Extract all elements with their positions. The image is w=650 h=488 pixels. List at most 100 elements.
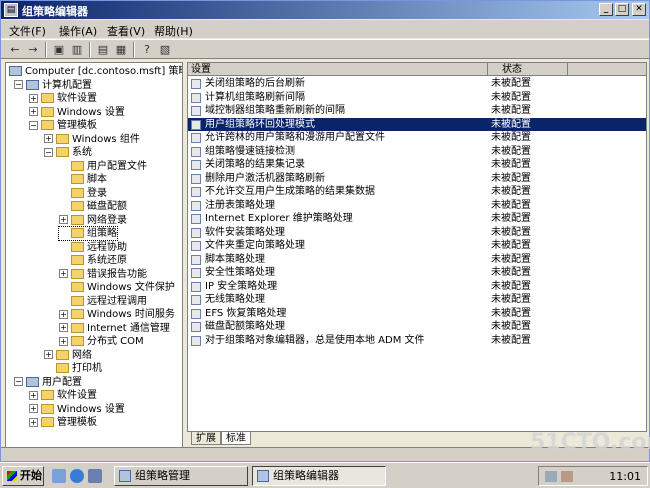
list-item[interactable]: Internet Explorer 维护策略处理 未被配置 [188, 212, 646, 226]
tree-node[interactable]: 远程协助 [59, 241, 127, 254]
tree-node[interactable]: + Windows 组件 [44, 133, 140, 146]
tree-node-label: 组策略 [87, 228, 117, 239]
tree-node[interactable]: + 网络登录 [59, 214, 127, 227]
tree-node[interactable]: 登录 [59, 187, 107, 200]
collapse-icon[interactable]: − [14, 80, 23, 89]
tree-node[interactable]: 用户配置文件 [59, 160, 147, 173]
expand-icon[interactable]: + [44, 134, 53, 143]
forward-arrow-icon[interactable]: → [25, 42, 41, 57]
expand-icon[interactable]: + [29, 390, 38, 400]
list-item[interactable]: 软件安装策略处理 未被配置 [188, 226, 646, 240]
tree-node[interactable]: − 系统 [44, 146, 92, 159]
tree-node[interactable]: + Windows 设置 [29, 106, 125, 119]
expand-icon[interactable]: + [59, 215, 68, 224]
tree-node[interactable]: + Windows 设置 [29, 403, 125, 416]
menu-help[interactable]: 帮助(H) [154, 23, 193, 39]
title-bar[interactable]: ▤ 组策略编辑器 _ □ ✕ [1, 1, 649, 19]
tree-node[interactable]: 远程过程调用 [59, 295, 147, 308]
task-group-policy-management[interactable]: 组策略管理 [114, 466, 248, 486]
tree-node[interactable]: 系统还原 [59, 254, 127, 267]
network-icon[interactable] [545, 471, 557, 482]
back-arrow-icon[interactable]: ← [7, 42, 23, 57]
expand-icon[interactable]: + [29, 93, 38, 103]
expand-icon[interactable]: + [29, 107, 38, 116]
tree-node-label: 用户配置文件 [87, 160, 147, 172]
list-item[interactable]: 磁盘配额策略处理 未被配置 [188, 320, 646, 334]
menu-view[interactable]: 查看(V) [107, 23, 145, 39]
tree-node[interactable]: + 软件设置 [29, 389, 97, 402]
tray-app-icon[interactable] [561, 471, 573, 482]
list-item[interactable]: 组策略慢速链接检测 未被配置 [188, 145, 646, 159]
tree-node[interactable]: − 管理模板 [29, 119, 97, 132]
list-item[interactable]: 域控制器组策略重新刷新的间隔 未被配置 [188, 104, 646, 118]
tree-node[interactable]: + 网络 [44, 349, 92, 362]
settings-list[interactable]: 设置 状态 关闭组策略的后台刷新 未被配置 计算机组策略刷新间隔 未被配置 域控制器组策… [187, 62, 647, 432]
show-hide-tree-icon[interactable]: ▥ [69, 42, 85, 57]
tree-node[interactable]: + 软件设置 [29, 92, 97, 105]
extended-view-icon[interactable]: ▧ [157, 42, 173, 57]
column-header-setting[interactable]: 设置 [188, 63, 488, 76]
properties-icon[interactable]: ▤ [95, 42, 111, 57]
tree-node[interactable]: − 用户配置 [14, 376, 82, 389]
expand-icon[interactable]: + [59, 336, 68, 346]
expand-icon[interactable]: + [59, 323, 68, 332]
tree-node[interactable]: + 错误报告功能 [59, 268, 147, 281]
tree-root[interactable]: Computer [dc.contoso.msft] 策略 [9, 65, 182, 78]
tree-node[interactable]: + 管理模板 [29, 416, 97, 429]
list-item[interactable]: 安全性策略处理 未被配置 [188, 266, 646, 280]
tree-node[interactable]: − 计算机配置 [14, 79, 92, 92]
expand-icon[interactable]: + [29, 404, 38, 413]
clock[interactable]: 11:01 [609, 470, 641, 483]
show-desktop-icon[interactable] [52, 469, 66, 483]
list-item[interactable]: 计算机组策略刷新间隔 未被配置 [188, 91, 646, 105]
gpedit-app-icon: ▤ [4, 3, 18, 17]
collapse-icon[interactable]: − [14, 377, 23, 386]
setting-name: 域控制器组策略重新刷新的间隔 [205, 105, 345, 116]
list-item[interactable]: 无线策略处理 未被配置 [188, 293, 646, 307]
list-item[interactable]: 注册表策略处理 未被配置 [188, 199, 646, 213]
policy-tree[interactable]: Computer [dc.contoso.msft] 策略 − 计算机配置 + 软件设… [5, 62, 183, 458]
tree-node[interactable]: 磁盘配额 [59, 200, 127, 213]
close-button[interactable]: ✕ [632, 3, 646, 16]
tree-node-label: 软件设置 [57, 93, 97, 104]
tree-node[interactable]: 脚本 [59, 173, 107, 186]
setting-name: IP 安全策略处理 [205, 280, 278, 292]
help-icon[interactable]: ? [139, 42, 155, 57]
list-item[interactable]: 文件夹重定向策略处理 未被配置 [188, 239, 646, 253]
list-item[interactable]: EFS 恢复策略处理 未被配置 [188, 307, 646, 321]
tree-node[interactable]: + 分布式 COM [59, 335, 144, 348]
minimize-button[interactable]: _ [599, 3, 613, 16]
list-item[interactable]: 删除用户激活机器策略刷新 未被配置 [188, 172, 646, 186]
list-item[interactable]: 允许跨林的用户策略和漫游用户配置文件 未被配置 [188, 131, 646, 145]
tree-node[interactable]: 组策略 [58, 226, 118, 241]
list-item[interactable]: 关闭策略的结果集记录 未被配置 [188, 158, 646, 172]
menu-action[interactable]: 操作(A) [59, 23, 97, 39]
list-item[interactable]: 不允许交互用户生成策略的结果集数据 未被配置 [188, 185, 646, 199]
list-item[interactable]: 关闭组策略的后台刷新 未被配置 [188, 77, 646, 91]
list-item[interactable]: IP 安全策略处理 未被配置 [188, 280, 646, 294]
column-header-state[interactable]: 状态 [488, 63, 568, 76]
tree-node[interactable]: 打印机 [44, 362, 102, 375]
list-item[interactable]: 脚本策略处理 未被配置 [188, 253, 646, 267]
menu-file[interactable]: 文件(F) [9, 23, 46, 39]
tree-node[interactable]: Windows 文件保护 [59, 281, 175, 294]
expand-icon[interactable]: + [59, 309, 68, 319]
list-item[interactable]: 用户组策略环回处理模式 未被配置 [188, 117, 646, 131]
tree-node[interactable]: + Internet 通信管理 [59, 322, 170, 335]
list-item[interactable]: 对于组策略对象编辑器，总是使用本地 ADM 文件 未被配置 [188, 334, 646, 348]
expand-icon[interactable]: + [59, 269, 68, 278]
task-group-policy-editor[interactable]: 组策略编辑器 [252, 466, 386, 486]
internet-explorer-icon[interactable] [70, 469, 84, 483]
tab-standard[interactable]: 标准 [221, 432, 251, 445]
expand-icon[interactable]: + [44, 350, 53, 359]
command-prompt-icon[interactable] [88, 469, 102, 483]
collapse-icon[interactable]: − [44, 147, 53, 157]
start-button[interactable]: 开始 [2, 466, 44, 486]
expand-icon[interactable]: + [29, 417, 38, 427]
tree-node[interactable]: + Windows 时间服务 [59, 308, 175, 321]
up-folder-icon[interactable]: ▣ [51, 42, 67, 57]
tab-extended[interactable]: 扩展 [191, 432, 221, 445]
collapse-icon[interactable]: − [29, 120, 38, 130]
refresh-icon[interactable]: ▦ [113, 42, 129, 57]
maximize-button[interactable]: □ [615, 3, 629, 16]
